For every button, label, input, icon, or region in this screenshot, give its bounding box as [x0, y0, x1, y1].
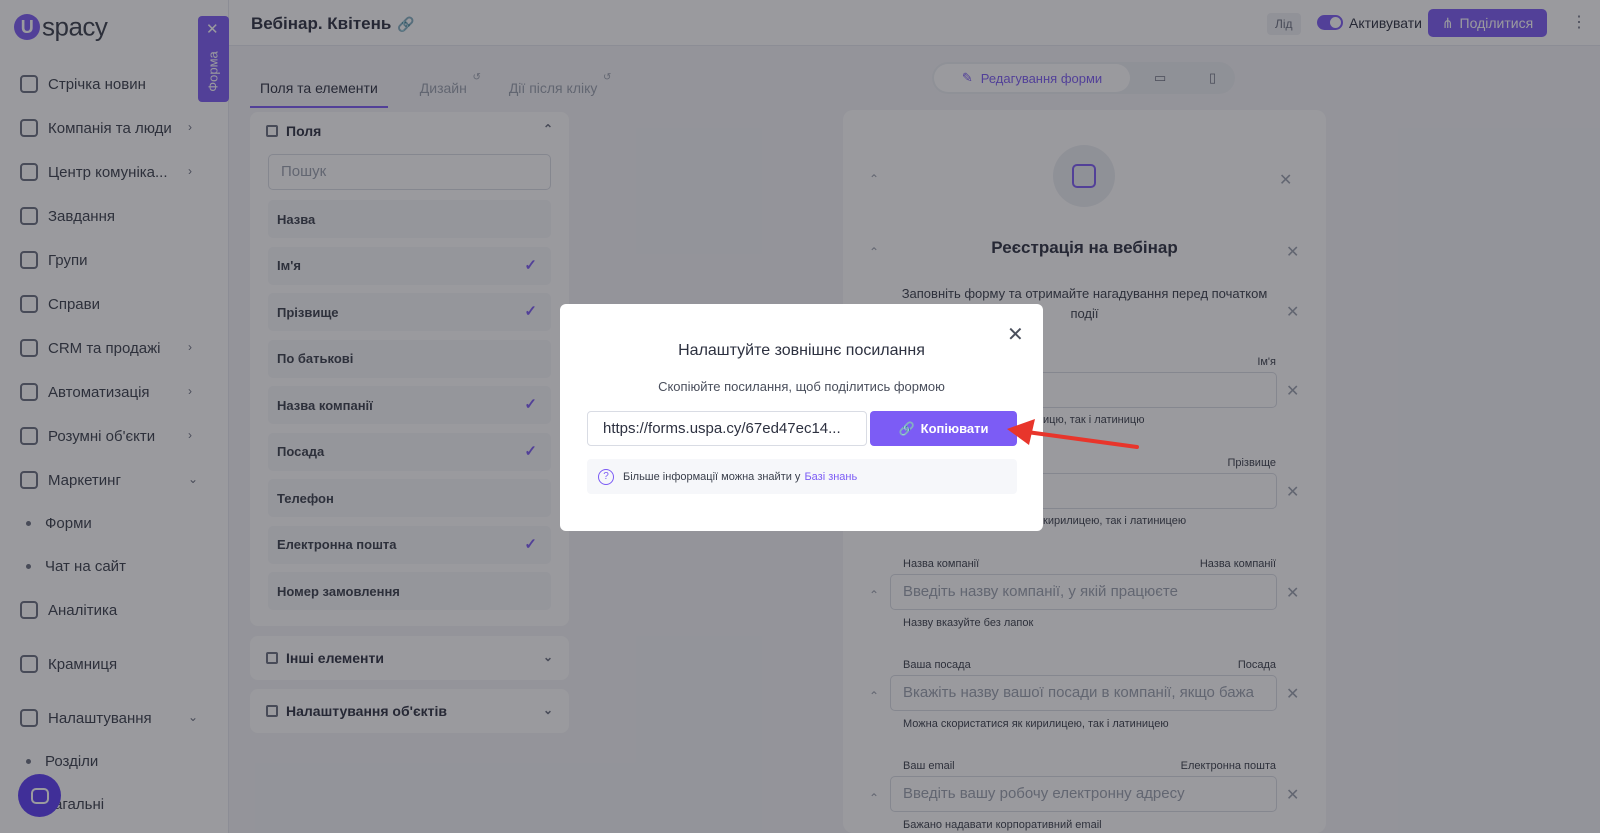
help-icon: ? [598, 468, 614, 485]
share-link-modal: ✕ Налаштуйте зовнішнє посилання Скопіюйт… [560, 304, 1043, 531]
info-box: ? Більше інформації можна знайти у Базі … [587, 459, 1017, 494]
knowledge-base-link[interactable]: Базі знань [804, 471, 857, 483]
share-url-field[interactable]: https://forms.uspa.cy/67ed47ec14... [587, 411, 867, 446]
modal-subtitle: Скопіюйте посилання, щоб поділитись форм… [658, 379, 945, 394]
copy-button-label: Копіювати [920, 421, 989, 436]
annotation-arrow [1007, 419, 1139, 449]
info-text: Більше інформації можна знайти у [623, 470, 801, 483]
modal-title: Налаштуйте зовнішнє посилання [678, 342, 925, 359]
link-icon: 🔗 [898, 420, 915, 436]
copy-button[interactable]: 🔗 Копіювати [870, 411, 1017, 446]
